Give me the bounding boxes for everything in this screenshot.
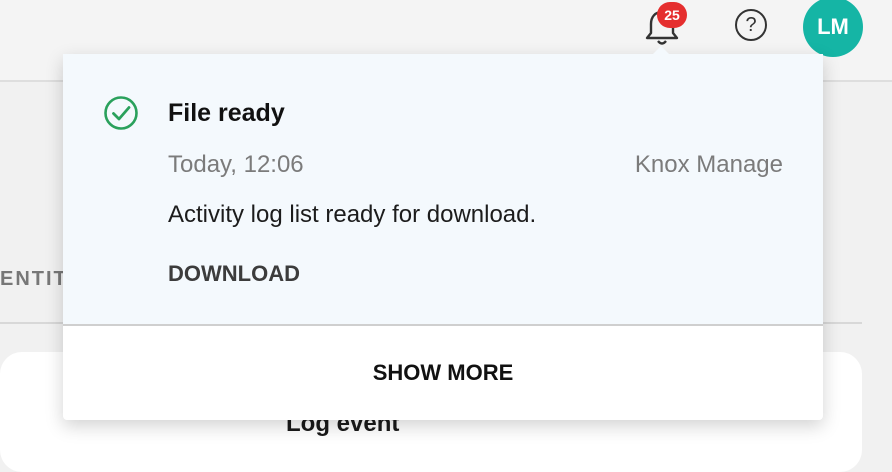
help-button[interactable]: ? [735,9,767,41]
notification-title: File ready [168,99,285,127]
tab-entity[interactable]: ENTIT [0,268,68,291]
user-avatar[interactable]: LM [803,0,863,57]
notification-message: Activity log list ready for download. [168,201,537,228]
notifications-popup: File ready Today, 12:06 Knox Manage Acti… [63,46,823,420]
notification-item[interactable]: File ready Today, 12:06 Knox Manage Acti… [63,54,823,326]
notification-count-badge: 25 [657,2,687,28]
notification-time: Today, 12:06 [168,151,304,178]
notification-source: Knox Manage [634,151,783,178]
check-circle-icon [104,96,138,130]
download-button[interactable]: DOWNLOAD [168,261,300,287]
show-more-button[interactable]: SHOW MORE [63,326,823,420]
